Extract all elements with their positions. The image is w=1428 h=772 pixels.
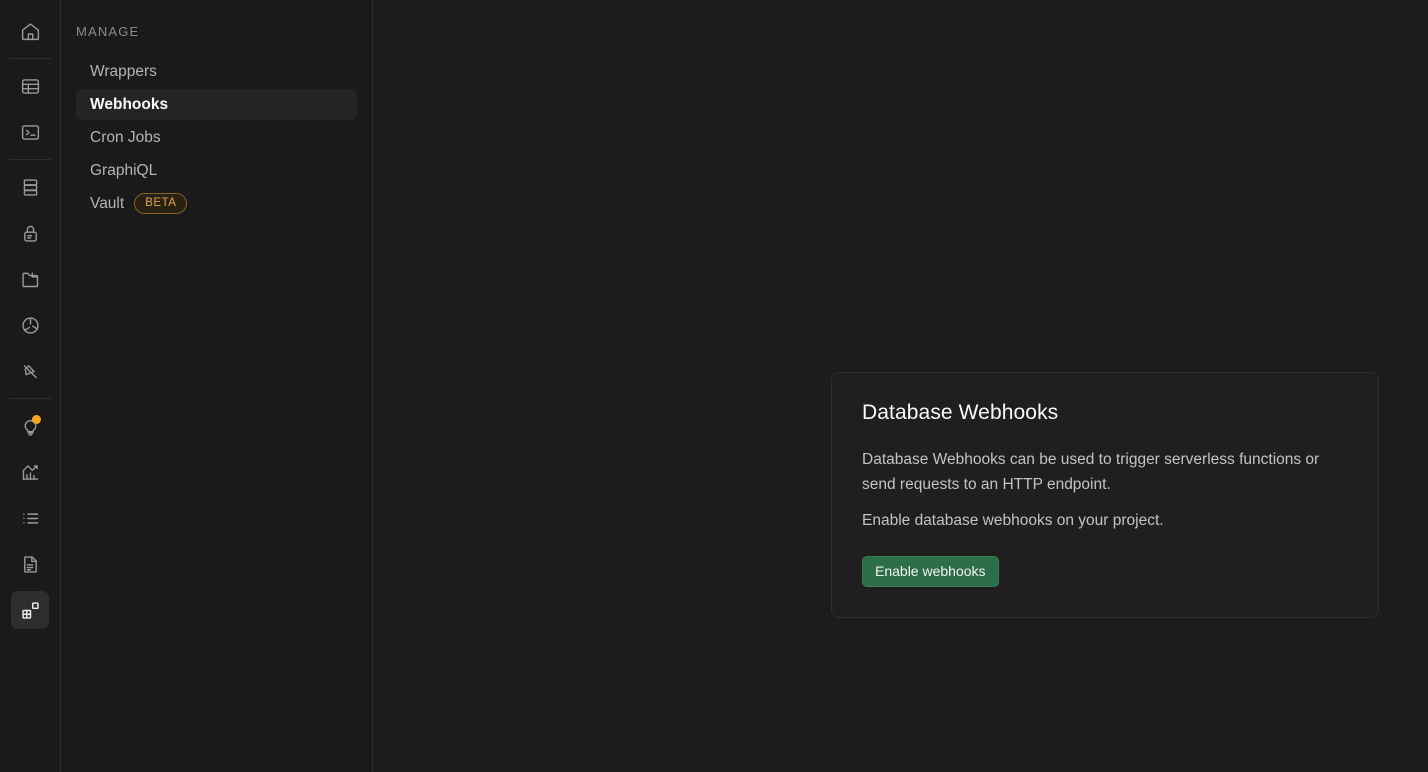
list-icon bbox=[20, 508, 41, 529]
sidebar-item-webhooks[interactable]: Webhooks bbox=[76, 89, 357, 120]
realtime-icon bbox=[20, 361, 41, 382]
integrations-icon bbox=[20, 600, 41, 621]
sidebar-item-label: Vault bbox=[90, 194, 125, 212]
home-icon bbox=[20, 21, 41, 42]
edge-functions-icon bbox=[20, 315, 41, 336]
sidebar-item-graphiql[interactable]: GraphiQL bbox=[76, 155, 357, 186]
sidebar-heading: MANAGE bbox=[76, 24, 140, 39]
sidebar-item-label: Cron Jobs bbox=[90, 128, 161, 146]
enable-webhooks-button[interactable]: Enable webhooks bbox=[862, 555, 999, 587]
document-icon bbox=[20, 554, 41, 575]
rail-divider bbox=[9, 159, 51, 160]
rail-divider bbox=[9, 398, 51, 399]
sidebar-nav-list: Wrappers Webhooks Cron Jobs GraphiQL Vau… bbox=[61, 56, 372, 219]
status-badge-beta: BETA bbox=[134, 193, 188, 214]
rail-item-sql-editor[interactable] bbox=[11, 113, 49, 151]
rail-group-tools bbox=[0, 403, 60, 633]
sidebar-item-wrappers[interactable]: Wrappers bbox=[76, 56, 357, 87]
rail-item-storage[interactable] bbox=[11, 260, 49, 298]
database-webhooks-card: Database Webhooks Database Webhooks can … bbox=[831, 372, 1379, 618]
lock-icon bbox=[20, 223, 41, 244]
rail-item-home[interactable] bbox=[11, 12, 49, 50]
sidebar-item-cron-jobs[interactable]: Cron Jobs bbox=[76, 122, 357, 153]
rail-item-authentication[interactable] bbox=[11, 214, 49, 252]
app-root: MANAGE Wrappers Webhooks Cron Jobs Graph… bbox=[0, 0, 1428, 772]
rail-item-database[interactable] bbox=[11, 168, 49, 206]
rail-item-reports[interactable] bbox=[11, 453, 49, 491]
chart-icon bbox=[20, 462, 41, 483]
icon-rail bbox=[0, 0, 61, 772]
sidebar-item-label: Webhooks bbox=[90, 95, 169, 113]
sidebar: MANAGE Wrappers Webhooks Cron Jobs Graph… bbox=[61, 0, 373, 772]
sidebar-item-label: GraphiQL bbox=[90, 161, 158, 179]
rail-divider bbox=[9, 58, 51, 59]
rail-item-integrations[interactable] bbox=[11, 591, 49, 629]
rail-group-home bbox=[0, 0, 60, 54]
sidebar-item-vault[interactable]: Vault BETA bbox=[76, 188, 357, 219]
sidebar-item-label: Wrappers bbox=[90, 62, 157, 80]
rail-item-edge-functions[interactable] bbox=[11, 306, 49, 344]
folder-icon bbox=[20, 269, 41, 290]
card-subtext: Enable database webhooks on your project… bbox=[862, 512, 1164, 529]
main-content: Database Webhooks Database Webhooks can … bbox=[373, 0, 1428, 772]
page-title: Database Webhooks bbox=[862, 401, 1059, 424]
rail-item-advisors[interactable] bbox=[11, 407, 49, 445]
sql-editor-icon bbox=[20, 122, 41, 143]
rail-item-table-editor[interactable] bbox=[11, 67, 49, 105]
notification-dot-icon bbox=[32, 415, 41, 424]
card-description: Database Webhooks can be used to trigger… bbox=[862, 451, 1320, 493]
rail-group-products bbox=[0, 164, 60, 394]
rail-item-logs[interactable] bbox=[11, 499, 49, 537]
rail-item-api-docs[interactable] bbox=[11, 545, 49, 583]
rail-item-realtime[interactable] bbox=[11, 352, 49, 390]
table-editor-icon bbox=[20, 76, 41, 97]
database-icon bbox=[20, 177, 41, 198]
rail-group-editors bbox=[0, 63, 60, 155]
